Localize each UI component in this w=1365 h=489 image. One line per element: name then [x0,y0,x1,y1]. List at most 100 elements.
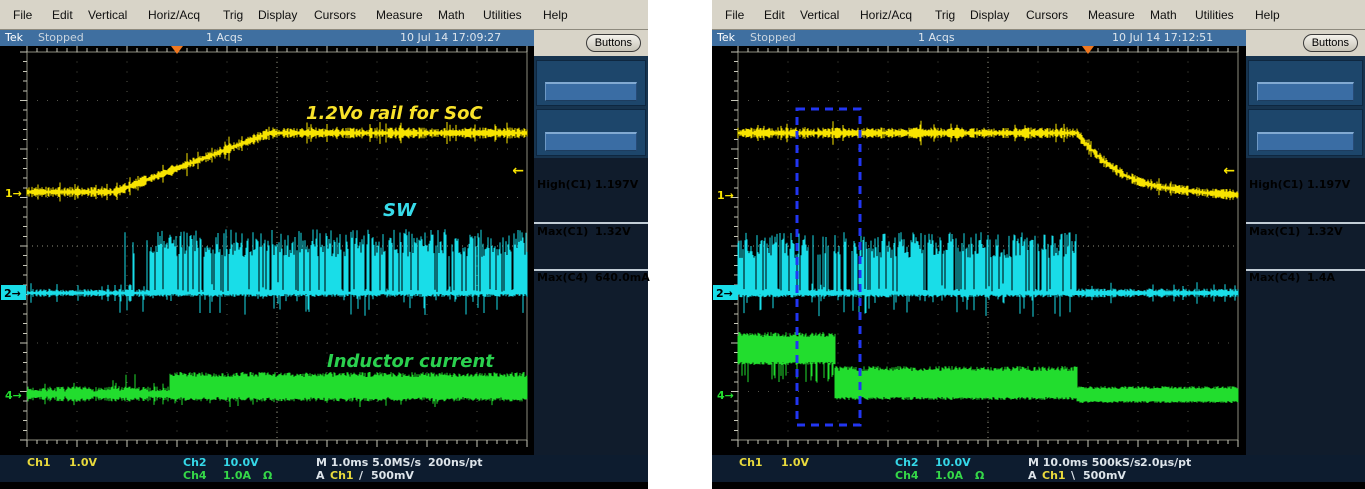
ch4-scale: 1.0A [935,469,963,482]
ch2-scale: 10.0V [935,456,971,469]
toolbar-corner: Buttons [534,30,648,56]
svg-text:Inductor current: Inductor current [327,351,495,372]
trace-ch1-output-rail [27,122,527,202]
menu-measure[interactable]: Measure [376,8,423,22]
measurement-label: Max(C4) [537,271,588,284]
ch4-label: Ch4 [895,469,919,482]
channel-readout-bar: Ch1 1.0V Ch2 10.0V M 1.0ms 5.0MS/s 200ns… [0,455,648,482]
acquisition-count: 1 Acqs [206,31,243,44]
soft-menu-button[interactable] [1257,132,1354,151]
menu-math[interactable]: Math [438,8,465,22]
menu-horiz-acq[interactable]: Horiz/Acq [860,8,912,22]
timestamp: 10 Jul 14 17:09:27 [400,31,501,44]
toolbar-corner: Buttons [1246,30,1365,56]
trigger-prefix: A [1028,469,1037,482]
trigger-position-marker [171,46,183,54]
measurement-readouts: High(C1) 1.197V Max(C1) 1.32V Max(C4) 1.… [1246,158,1365,455]
ch1-scale: 1.0V [781,456,809,469]
menu-bar: File Edit Vertical Horiz/Acq Trig Displa… [0,0,648,30]
soft-menu-panel [1248,109,1363,156]
menu-measure[interactable]: Measure [1088,8,1135,22]
trigger-source: Ch1 [330,469,354,482]
ch1-label: Ch1 [27,456,51,469]
menu-help[interactable]: Help [1255,8,1280,22]
soft-menu-button[interactable] [545,82,637,101]
menu-file[interactable]: File [13,8,32,22]
ch2-label: Ch2 [183,456,207,469]
menu-cursors[interactable]: Cursors [314,8,356,22]
menu-vertical[interactable]: Vertical [800,8,839,22]
oscilloscope-capture-right: File Edit Vertical Horiz/Acq Trig Displa… [712,0,1365,489]
menu-bar: File Edit Vertical Horiz/Acq Trig Displa… [712,0,1365,30]
waveform-screen: 1→2→4→← [712,46,1246,455]
measurement-row: Max(C1) 1.32V [537,225,646,239]
waveform-display: 1→2→4→← [712,46,1246,455]
svg-text:SW: SW [383,200,417,221]
buttons-button[interactable]: Buttons [1303,34,1358,52]
svg-text:2→: 2→ [716,287,733,300]
status-bar: Tek Stopped 1 Acqs 10 Jul 14 17:09:27 [0,30,534,46]
resolution-readout: 2.0µs/pt [1140,456,1191,469]
soft-menu-button[interactable] [545,132,637,151]
menu-display[interactable]: Display [258,8,297,22]
measurement-value: 1.32V [595,225,631,238]
svg-text:2→: 2→ [4,287,21,300]
menu-file[interactable]: File [725,8,744,22]
menu-edit[interactable]: Edit [764,8,785,22]
waveform-display: 1.2Vo rail for SoC SW Inductor current 1→2→… [0,46,534,455]
measurement-value: 1.4A [1307,271,1335,284]
brand-label: Tek [717,31,735,44]
ch4-scale: 1.0A [223,469,251,482]
trigger-position-marker [1082,46,1094,54]
divider [534,222,648,224]
annotation-labels: 1.2Vo rail for SoC SW Inductor current [306,103,495,372]
trigger-level: 500mV [371,469,414,482]
svg-text:4→: 4→ [717,389,734,402]
waveform-screen: 1.2Vo rail for SoC SW Inductor current 1→2→… [0,46,534,455]
measurement-row: High(C1) 1.197V [537,178,646,192]
soft-menu-panel [1248,60,1363,106]
measurement-value: 1.32V [1307,225,1343,238]
divider [1246,222,1365,224]
svg-text:1→: 1→ [717,189,734,202]
channel-markers: 1→2→4→ [1,187,26,402]
trigger-level-arrow: ← [512,163,524,179]
channel-markers: 1→ 2→ 4→ [713,189,738,402]
side-panel: High(C1) 1.197V Max(C1) 1.32V Max(C4) 64… [534,46,648,455]
timestamp: 10 Jul 14 17:12:51 [1112,31,1213,44]
menu-edit[interactable]: Edit [52,8,73,22]
ch1-scale: 1.0V [69,456,97,469]
ch2-label: Ch2 [895,456,919,469]
menu-trig[interactable]: Trig [223,8,243,22]
measurement-row: Max(C4) 1.4A [1249,271,1363,285]
menu-display[interactable]: Display [970,8,1009,22]
coupling-symbol: Ω [263,469,272,482]
ch1-label: Ch1 [739,456,763,469]
menu-utilities[interactable]: Utilities [1195,8,1234,22]
menu-horiz-acq[interactable]: Horiz/Acq [148,8,200,22]
buttons-button[interactable]: Buttons [586,34,641,52]
ch2-scale: 10.0V [223,456,259,469]
timebase-readout: M 10.0ms 500kS/s [1028,456,1141,469]
menu-cursors[interactable]: Cursors [1026,8,1068,22]
measurement-label: Max(C1) [537,225,588,238]
measurement-value: 640.0mA [595,271,650,284]
measurement-value: 1.197V [1307,178,1350,191]
trigger-source: Ch1 [1042,469,1066,482]
menu-vertical[interactable]: Vertical [88,8,127,22]
soft-menu-button[interactable] [1257,82,1354,101]
acquisition-state: Stopped [38,31,84,44]
trigger-slope-icon: \ [1071,469,1075,482]
acquisition-state: Stopped [750,31,796,44]
oscilloscope-capture-left: File Edit Vertical Horiz/Acq Trig Displa… [0,0,648,489]
side-panel: High(C1) 1.197V Max(C1) 1.32V Max(C4) 1.… [1246,46,1365,455]
menu-trig[interactable]: Trig [935,8,955,22]
acquisition-count: 1 Acqs [918,31,955,44]
svg-text:1.2Vo rail for SoC: 1.2Vo rail for SoC [306,103,483,124]
measurement-label: Max(C4) [1249,271,1300,284]
menu-utilities[interactable]: Utilities [483,8,522,22]
menu-help[interactable]: Help [543,8,568,22]
menu-math[interactable]: Math [1150,8,1177,22]
measurement-row: High(C1) 1.197V [1249,178,1363,192]
soft-menu-panel [536,60,646,106]
